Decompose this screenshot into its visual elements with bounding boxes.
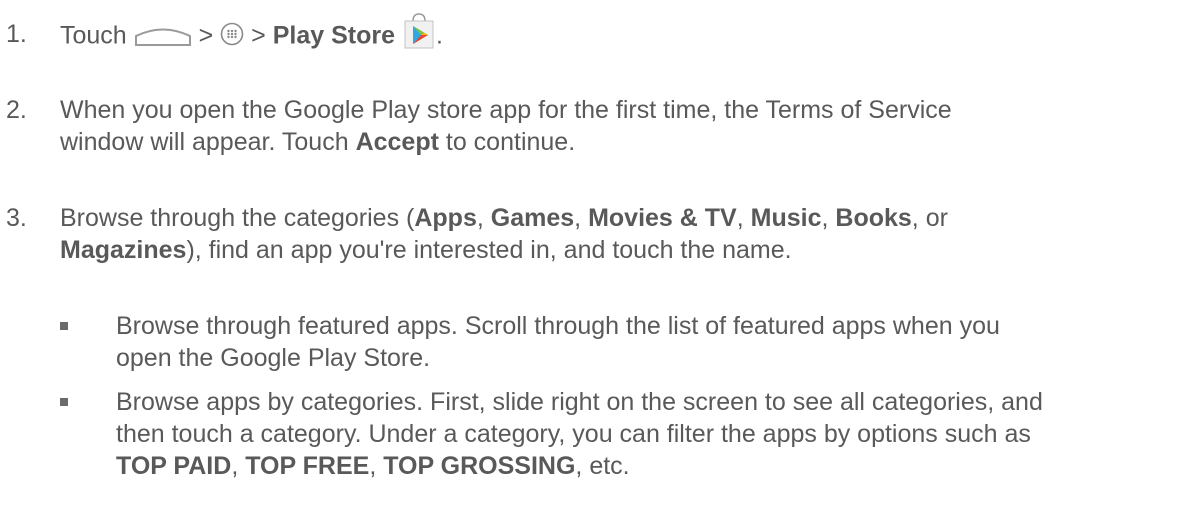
step-3-line-1: Browse through the categories (Apps, Gam… <box>60 202 948 234</box>
comma: , <box>476 204 484 232</box>
accept-label: Accept <box>355 128 439 156</box>
comma: , <box>574 204 582 232</box>
comma: , <box>369 452 377 480</box>
step-3-text: , or <box>911 204 948 232</box>
step-text: Touch > > Play Store . <box>60 13 443 56</box>
bullet-2-line-2: then touch a category. Under a category,… <box>116 420 1031 448</box>
play-store-label: Play Store <box>272 21 395 50</box>
step-number: 2. <box>6 96 27 124</box>
option-top-grossing: TOP GROSSING <box>383 452 576 480</box>
separator: > <box>251 21 266 50</box>
category-music: Music <box>750 204 822 232</box>
separator: > <box>198 21 214 50</box>
step-text: When you open the Google Play store app … <box>60 94 952 158</box>
category-apps: Apps <box>414 204 477 232</box>
home-icon <box>134 23 192 46</box>
category-games: Games <box>490 204 575 232</box>
bullet-2-line-3: TOP PAID, TOP FREE, TOP GROSSING, etc. <box>116 450 1043 482</box>
step-number: 3. <box>6 204 27 232</box>
step-2-text: to continue. <box>445 128 576 156</box>
step-3-text: ), find an app you're interested in, and… <box>186 236 792 264</box>
step-number: 1. <box>6 20 27 48</box>
category-movies: Movies & TV <box>588 204 737 232</box>
play-store-icon <box>402 12 436 50</box>
apps-icon <box>220 22 244 46</box>
category-magazines: Magazines <box>60 236 187 264</box>
comma: , <box>736 204 744 232</box>
option-top-free: TOP FREE <box>245 452 370 480</box>
step-2-line-1: When you open the Google Play store app … <box>60 96 952 124</box>
bullet-1-line-2: open the Google Play Store. <box>116 344 431 372</box>
bullet-text: Browse through featured apps. Scroll thr… <box>116 310 1000 374</box>
step-2-line-2: window will appear. Touch Accept to cont… <box>60 126 952 158</box>
bullet-marker <box>60 322 68 330</box>
category-books: Books <box>835 204 912 232</box>
comma: , <box>231 452 239 480</box>
step-text: Browse through the categories (Apps, Gam… <box>60 202 948 266</box>
step-1-lead: Touch <box>60 21 127 50</box>
comma: , <box>821 204 829 232</box>
bullet-2-text: , etc. <box>575 452 630 480</box>
option-top-paid: TOP PAID <box>116 452 232 480</box>
bullet-1-line-1: Browse through featured apps. Scroll thr… <box>116 312 1000 340</box>
bullet-text: Browse apps by categories. First, slide … <box>116 386 1043 482</box>
step-3-text: Browse through the categories ( <box>60 204 415 232</box>
period: . <box>435 21 443 50</box>
step-3-line-2: Magazines), find an app you're intereste… <box>60 234 948 266</box>
bullet-marker <box>60 398 68 406</box>
instruction-page: 1. Touch > > Play Store . 2. When you op… <box>0 0 1198 506</box>
step-2-text: window will appear. Touch <box>60 128 349 156</box>
bullet-2-line-1: Browse apps by categories. First, slide … <box>116 388 1043 416</box>
